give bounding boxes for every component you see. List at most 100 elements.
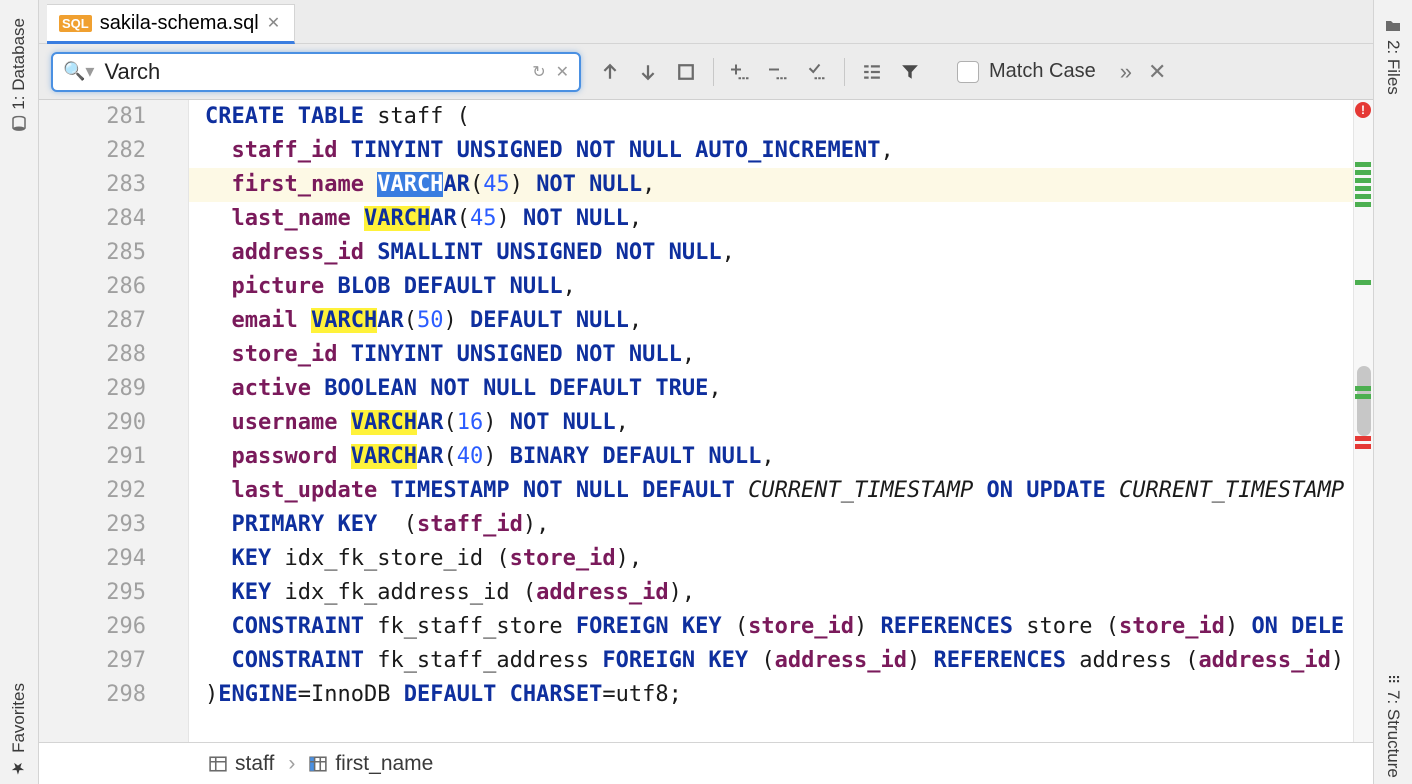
- tab-close-icon[interactable]: ✕: [267, 13, 280, 33]
- error-indicator-icon[interactable]: !: [1355, 102, 1371, 118]
- line-gutter[interactable]: 2812822832842852862872882892902912922932…: [39, 100, 189, 742]
- line-number[interactable]: 289: [39, 372, 146, 406]
- code-line[interactable]: picture BLOB DEFAULT NULL,: [189, 270, 1373, 304]
- find-actions: [593, 55, 927, 89]
- green-marker[interactable]: [1355, 186, 1371, 191]
- line-number[interactable]: 295: [39, 576, 146, 610]
- green-marker[interactable]: [1355, 280, 1371, 285]
- match-case-label: Match Case: [989, 60, 1096, 83]
- separator: [844, 58, 845, 86]
- line-number[interactable]: 297: [39, 644, 146, 678]
- code-line[interactable]: CONSTRAINT fk_staff_store FOREIGN KEY (s…: [189, 610, 1373, 644]
- error-stripe[interactable]: !: [1353, 100, 1373, 742]
- left-tool-sidebar: 1: Database ★ Favorites: [0, 0, 39, 784]
- code-line[interactable]: KEY idx_fk_store_id (store_id),: [189, 542, 1373, 576]
- favorites-tool-label: Favorites: [9, 683, 29, 753]
- code-line[interactable]: )ENGINE=InnoDB DEFAULT CHARSET=utf8;: [189, 678, 1373, 712]
- line-number[interactable]: 283: [39, 168, 146, 202]
- breadcrumb-label: first_name: [335, 752, 433, 776]
- code-editor[interactable]: CREATE TABLE staff ( staff_id TINYINT UN…: [189, 100, 1373, 742]
- breadcrumb-separator: ›: [288, 752, 295, 776]
- code-line[interactable]: first_name VARCHAR(45) NOT NULL,: [189, 168, 1373, 202]
- structure-tool-button[interactable]: ⠿ 7: Structure: [1383, 668, 1403, 784]
- breadcrumb-item-first-name[interactable]: first_name: [309, 752, 433, 776]
- scrollbar-thumb[interactable]: [1357, 366, 1371, 436]
- code-line[interactable]: PRIMARY KEY (staff_id),: [189, 508, 1373, 542]
- select-all-button[interactable]: [669, 55, 703, 89]
- database-icon: [11, 116, 27, 132]
- folder-icon: [1385, 18, 1401, 34]
- line-number[interactable]: 293: [39, 508, 146, 542]
- database-tool-label: 1: Database: [9, 18, 29, 110]
- history-icon[interactable]: ↻: [532, 62, 545, 82]
- line-number[interactable]: 286: [39, 270, 146, 304]
- line-number[interactable]: 287: [39, 304, 146, 338]
- breadcrumb-item-staff[interactable]: staff: [209, 752, 274, 776]
- files-tool-label: 2: Files: [1383, 40, 1403, 95]
- search-icon[interactable]: 🔍▾: [63, 61, 94, 82]
- code-line[interactable]: last_update TIMESTAMP NOT NULL DEFAULT C…: [189, 474, 1373, 508]
- green-marker[interactable]: [1355, 386, 1371, 391]
- show-usages-button[interactable]: [855, 55, 889, 89]
- code-line[interactable]: store_id TINYINT UNSIGNED NOT NULL,: [189, 338, 1373, 372]
- green-marker[interactable]: [1355, 178, 1371, 183]
- favorites-tool-button[interactable]: ★ Favorites: [9, 677, 29, 784]
- green-marker[interactable]: [1355, 202, 1371, 207]
- structure-tool-label: 7: Structure: [1383, 690, 1403, 778]
- line-number[interactable]: 296: [39, 610, 146, 644]
- database-tool-button[interactable]: 1: Database: [9, 12, 29, 138]
- right-tool-sidebar: 2: Files ⠿ 7: Structure: [1373, 0, 1412, 784]
- sql-file-icon: SQL: [59, 15, 92, 32]
- green-marker[interactable]: [1355, 394, 1371, 399]
- code-line[interactable]: email VARCHAR(50) DEFAULT NULL,: [189, 304, 1373, 338]
- green-marker[interactable]: [1355, 162, 1371, 167]
- code-line[interactable]: address_id SMALLINT UNSIGNED NOT NULL,: [189, 236, 1373, 270]
- line-number[interactable]: 282: [39, 134, 146, 168]
- editor-area: 2812822832842852862872882892902912922932…: [39, 100, 1373, 742]
- more-options-button[interactable]: »: [1120, 59, 1132, 85]
- code-line[interactable]: active BOOLEAN NOT NULL DEFAULT TRUE,: [189, 372, 1373, 406]
- line-number[interactable]: 284: [39, 202, 146, 236]
- tab-filename: sakila-schema.sql: [100, 12, 259, 35]
- remove-selection-button[interactable]: [762, 55, 796, 89]
- match-case-toggle[interactable]: Match Case: [957, 60, 1096, 83]
- code-line[interactable]: CREATE TABLE staff (: [189, 100, 1373, 134]
- breadcrumb-label: staff: [235, 752, 274, 776]
- breadcrumb-bar: staff › first_name: [39, 742, 1373, 784]
- line-number[interactable]: 288: [39, 338, 146, 372]
- select-all-occurrences-button[interactable]: [800, 55, 834, 89]
- filter-button[interactable]: [893, 55, 927, 89]
- add-selection-button[interactable]: [724, 55, 758, 89]
- code-line[interactable]: last_name VARCHAR(45) NOT NULL,: [189, 202, 1373, 236]
- line-number[interactable]: 291: [39, 440, 146, 474]
- separator: [713, 58, 714, 86]
- code-line[interactable]: KEY idx_fk_address_id (address_id),: [189, 576, 1373, 610]
- code-line[interactable]: password VARCHAR(40) BINARY DEFAULT NULL…: [189, 440, 1373, 474]
- editor-panel: SQL sakila-schema.sql ✕ 🔍▾ ↻ ✕ Match Ca: [39, 0, 1373, 784]
- file-tab[interactable]: SQL sakila-schema.sql ✕: [47, 4, 295, 44]
- green-marker[interactable]: [1355, 194, 1371, 199]
- line-number[interactable]: 290: [39, 406, 146, 440]
- close-find-button[interactable]: ✕: [1148, 59, 1166, 85]
- prev-match-button[interactable]: [593, 55, 627, 89]
- green-marker[interactable]: [1355, 170, 1371, 175]
- red-marker[interactable]: [1355, 444, 1371, 449]
- code-line[interactable]: CONSTRAINT fk_staff_address FOREIGN KEY …: [189, 644, 1373, 678]
- match-case-checkbox[interactable]: [957, 61, 979, 83]
- line-number[interactable]: 281: [39, 100, 146, 134]
- line-number[interactable]: 298: [39, 678, 146, 712]
- files-tool-button[interactable]: 2: Files: [1383, 12, 1403, 101]
- line-number[interactable]: 294: [39, 542, 146, 576]
- search-input[interactable]: [104, 59, 522, 85]
- code-line[interactable]: username VARCHAR(16) NOT NULL,: [189, 406, 1373, 440]
- next-match-button[interactable]: [631, 55, 665, 89]
- clear-search-icon[interactable]: ✕: [556, 62, 569, 82]
- line-number[interactable]: 292: [39, 474, 146, 508]
- code-line[interactable]: staff_id TINYINT UNSIGNED NOT NULL AUTO_…: [189, 134, 1373, 168]
- star-icon: ★: [10, 759, 29, 778]
- search-box: 🔍▾ ↻ ✕: [51, 52, 581, 92]
- line-number[interactable]: 285: [39, 236, 146, 270]
- structure-icon: ⠿: [1385, 674, 1401, 684]
- red-marker[interactable]: [1355, 436, 1371, 441]
- column-icon: [309, 755, 327, 773]
